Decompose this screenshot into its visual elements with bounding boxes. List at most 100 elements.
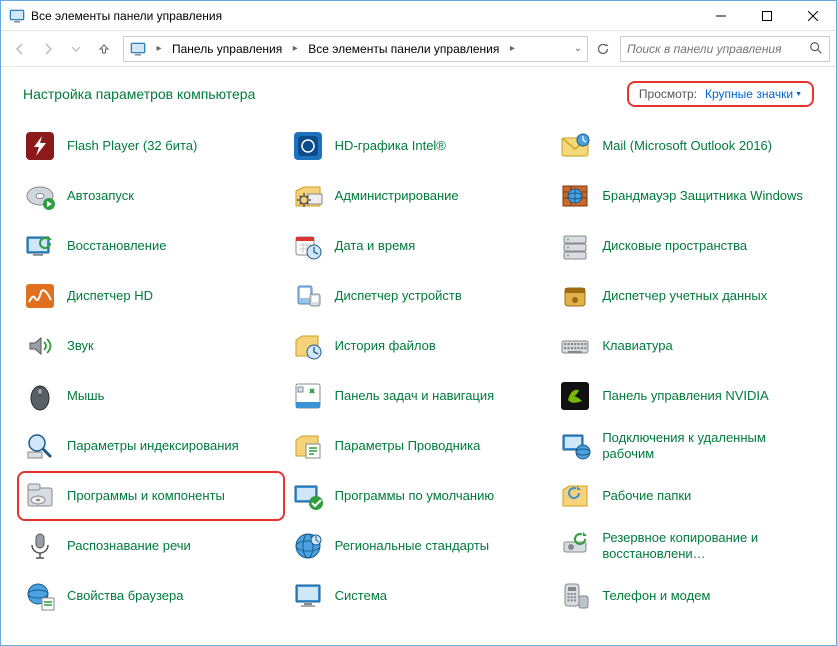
header-row: Настройка параметров компьютера Просмотр… xyxy=(1,67,836,115)
devmgr-icon xyxy=(291,279,325,313)
cp-item-label: История файлов xyxy=(335,338,436,354)
cp-item-autoplay[interactable]: Автозапуск xyxy=(17,171,285,221)
cp-item-label: Телефон и модем xyxy=(602,588,710,604)
up-button[interactable] xyxy=(91,36,117,62)
search-box[interactable] xyxy=(620,36,830,62)
remote-icon xyxy=(558,429,592,463)
cp-item-label: Свойства браузера xyxy=(67,588,183,604)
cp-item-label: HD-графика Intel® xyxy=(335,138,446,154)
cp-item-keyboard[interactable]: Клавиатура xyxy=(552,321,820,371)
search-input[interactable] xyxy=(625,41,809,57)
phone-icon xyxy=(558,579,592,613)
cp-item-storage[interactable]: Дисковые пространства xyxy=(552,221,820,271)
cp-item-explorer[interactable]: Параметры Проводника xyxy=(285,421,553,471)
breadcrumb-seg[interactable]: Панель управления xyxy=(168,37,286,61)
cp-item-firewall[interactable]: Брандмауэр Защитника Windows xyxy=(552,171,820,221)
back-button[interactable] xyxy=(7,36,33,62)
chevron-right-icon[interactable]: ▸ xyxy=(152,43,166,54)
region-icon xyxy=(291,529,325,563)
cp-item-region[interactable]: Региональные стандарты xyxy=(285,521,553,571)
cp-item-recovery[interactable]: Восстановление xyxy=(17,221,285,271)
view-selector[interactable]: Крупные значки ▼ xyxy=(705,87,802,101)
cp-item-label: Клавиатура xyxy=(602,338,672,354)
cp-item-label: Дисковые пространства xyxy=(602,238,747,254)
flash-icon xyxy=(23,129,57,163)
cp-item-defaults[interactable]: Программы по умолчанию xyxy=(285,471,553,521)
cp-item-label: Система xyxy=(335,588,387,604)
datetime-icon xyxy=(291,229,325,263)
cp-item-indexing[interactable]: Параметры индексирования xyxy=(17,421,285,471)
cp-item-label: Mail (Microsoft Outlook 2016) xyxy=(602,138,772,154)
cp-item-flash[interactable]: Flash Player (32 бита) xyxy=(17,121,285,171)
cp-item-label: Администрирование xyxy=(335,188,459,204)
filehist-icon xyxy=(291,329,325,363)
window-title: Все элементы панели управления xyxy=(31,9,698,23)
cp-item-label: Восстановление xyxy=(67,238,166,254)
cp-item-label: Распознавание речи xyxy=(67,538,191,554)
forward-button[interactable] xyxy=(35,36,61,62)
cp-item-label: Параметры Проводника xyxy=(335,438,481,454)
cp-item-label: Панель управления NVIDIA xyxy=(602,388,768,404)
cp-item-workfolders[interactable]: Рабочие папки xyxy=(552,471,820,521)
view-label: Просмотр: xyxy=(639,87,697,101)
cp-item-label: Автозапуск xyxy=(67,188,134,204)
cp-item-filehist[interactable]: История файлов xyxy=(285,321,553,371)
cp-item-programs[interactable]: Программы и компоненты xyxy=(17,471,285,521)
cp-item-mouse[interactable]: Мышь xyxy=(17,371,285,421)
speech-icon xyxy=(23,529,57,563)
cp-item-admin[interactable]: Администрирование xyxy=(285,171,553,221)
cp-item-label: Диспетчер HD xyxy=(67,288,153,304)
credmgr-icon xyxy=(558,279,592,313)
cp-item-label: Диспетчер учетных данных xyxy=(602,288,767,304)
view-value-text: Крупные значки xyxy=(705,87,793,101)
search-icon[interactable] xyxy=(809,41,825,57)
cp-item-sound[interactable]: Звук xyxy=(17,321,285,371)
page-heading: Настройка параметров компьютера xyxy=(23,86,627,102)
cp-item-remote[interactable]: Подключения к удаленным рабочим xyxy=(552,421,820,471)
cp-item-label: Программы по умолчанию xyxy=(335,488,494,504)
chevron-down-icon[interactable]: ⌄ xyxy=(571,43,585,54)
cp-item-system[interactable]: Система xyxy=(285,571,553,621)
taskbar-icon xyxy=(291,379,325,413)
titlebar: Все элементы панели управления xyxy=(1,1,836,31)
mouse-icon xyxy=(23,379,57,413)
explorer-icon xyxy=(291,429,325,463)
cp-item-hdmanager[interactable]: Диспетчер HD xyxy=(17,271,285,321)
cp-item-intel[interactable]: HD-графика Intel® xyxy=(285,121,553,171)
cp-item-label: Параметры индексирования xyxy=(67,438,239,454)
close-button[interactable] xyxy=(790,1,836,31)
cp-item-inetopts[interactable]: Свойства браузера xyxy=(17,571,285,621)
minimize-button[interactable] xyxy=(698,1,744,31)
cp-item-datetime[interactable]: Дата и время xyxy=(285,221,553,271)
recovery-icon xyxy=(23,229,57,263)
refresh-button[interactable] xyxy=(592,38,614,60)
cp-item-backup[interactable]: Резервное копирование и восстановлени… xyxy=(552,521,820,571)
cp-item-taskbar[interactable]: Панель задач и навигация xyxy=(285,371,553,421)
cp-item-label: Брандмауэр Защитника Windows xyxy=(602,188,803,204)
recent-locations-button[interactable] xyxy=(63,36,89,62)
cp-item-speech[interactable]: Распознавание речи xyxy=(17,521,285,571)
maximize-button[interactable] xyxy=(744,1,790,31)
firewall-icon xyxy=(558,179,592,213)
cp-item-devmgr[interactable]: Диспетчер устройств xyxy=(285,271,553,321)
defaults-icon xyxy=(291,479,325,513)
hdmanager-icon xyxy=(23,279,57,313)
cp-item-credmgr[interactable]: Диспетчер учетных данных xyxy=(552,271,820,321)
keyboard-icon xyxy=(558,329,592,363)
chevron-right-icon[interactable]: ▸ xyxy=(505,43,519,54)
cp-item-label: Подключения к удаленным рабочим xyxy=(602,430,814,463)
breadcrumb[interactable]: ▸ Панель управления ▸ Все элементы панел… xyxy=(123,36,588,62)
inetopts-icon xyxy=(23,579,57,613)
cp-item-phone[interactable]: Телефон и модем xyxy=(552,571,820,621)
backup-icon xyxy=(558,529,592,563)
cp-item-label: Мышь xyxy=(67,388,104,404)
cp-item-mail[interactable]: Mail (Microsoft Outlook 2016) xyxy=(552,121,820,171)
breadcrumb-seg[interactable]: Все элементы панели управления xyxy=(304,37,503,61)
cp-item-label: Региональные стандарты xyxy=(335,538,489,554)
sound-icon xyxy=(23,329,57,363)
admin-icon xyxy=(291,179,325,213)
chevron-right-icon[interactable]: ▸ xyxy=(288,43,302,54)
cp-item-nvidia[interactable]: Панель управления NVIDIA xyxy=(552,371,820,421)
system-icon xyxy=(9,8,25,24)
workfolders-icon xyxy=(558,479,592,513)
